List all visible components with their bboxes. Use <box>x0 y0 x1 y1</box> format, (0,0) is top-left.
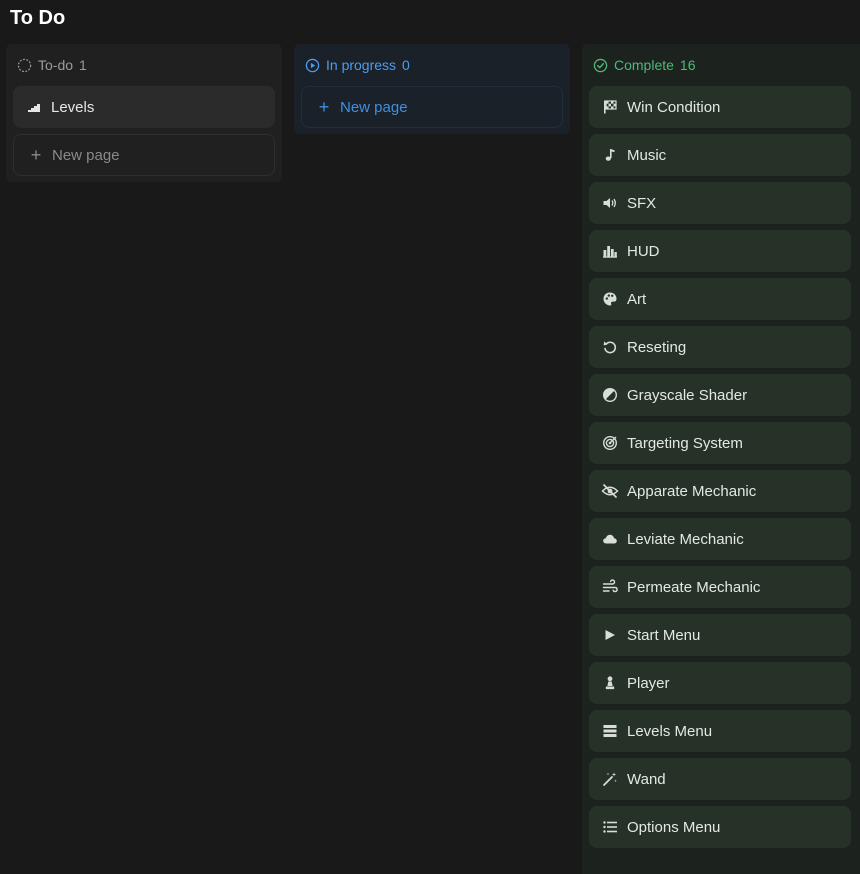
card[interactable]: Music <box>589 134 851 176</box>
stacked-bars-icon <box>601 722 619 740</box>
card[interactable]: HUD <box>589 230 851 272</box>
card-title: Wand <box>627 770 666 788</box>
plus-icon: + <box>318 97 330 117</box>
card[interactable]: Wand <box>589 758 851 800</box>
card[interactable]: Grayscale Shader <box>589 374 851 416</box>
card[interactable]: Win Condition <box>589 86 851 128</box>
card-title: Grayscale Shader <box>627 386 748 404</box>
card-title: Leviate Mechanic <box>627 530 744 548</box>
card[interactable]: SFX <box>589 182 851 224</box>
column-header-complete[interactable]: Complete 16 <box>589 44 853 86</box>
card-title: Permeate Mechanic <box>627 578 761 596</box>
column-label-todo: To-do <box>38 57 74 73</box>
speaker-icon <box>601 194 619 212</box>
card-title: Win Condition <box>627 98 721 116</box>
new-page-label: New page <box>52 146 120 164</box>
column-label-in-progress: In progress <box>326 57 397 73</box>
half-circle-icon <box>601 386 619 404</box>
wind-icon <box>601 578 619 596</box>
target-icon <box>601 434 619 452</box>
checkered-flag-icon <box>601 98 619 116</box>
card-title: Music <box>627 146 667 164</box>
column-todo: To-do 1 Levels + New page <box>6 44 282 182</box>
card[interactable]: Targeting System <box>589 422 851 464</box>
card-title: Levels Menu <box>627 722 713 740</box>
column-count-in-progress: 0 <box>402 57 410 73</box>
card-title: SFX <box>627 194 657 212</box>
chess-pawn-icon <box>601 674 619 692</box>
cloud-icon <box>601 530 619 548</box>
card-title: Start Menu <box>627 626 701 644</box>
new-page-button-in-progress[interactable]: + New page <box>301 86 563 128</box>
column-in-progress: In progress 0 + New page <box>294 44 570 134</box>
column-header-in-progress[interactable]: In progress 0 <box>301 44 563 86</box>
card-title: Levels <box>51 98 95 116</box>
column-count-todo: 1 <box>79 57 87 73</box>
new-page-label: New page <box>340 98 408 116</box>
column-count-complete: 16 <box>679 57 696 73</box>
column-label-complete: Complete <box>614 57 674 73</box>
card-title: Player <box>627 674 670 692</box>
stairs-icon <box>25 98 43 116</box>
card[interactable]: Levels Menu <box>589 710 851 752</box>
page-title: To Do <box>10 7 66 29</box>
card[interactable]: Player <box>589 662 851 704</box>
new-page-button-todo[interactable]: + New page <box>13 134 275 176</box>
card-title: Apparate Mechanic <box>627 482 757 500</box>
column-header-todo[interactable]: To-do 1 <box>13 44 275 86</box>
card[interactable]: Options Menu <box>589 806 851 848</box>
card[interactable]: Permeate Mechanic <box>589 566 851 608</box>
magic-wand-icon <box>601 770 619 788</box>
card[interactable]: Reseting <box>589 326 851 368</box>
eye-slash-icon <box>601 482 619 500</box>
reset-arrow-icon <box>601 338 619 356</box>
card-title: Art <box>627 290 647 308</box>
card-title: Options Menu <box>627 818 721 836</box>
card-title: Targeting System <box>627 434 743 452</box>
play-icon <box>601 626 619 644</box>
column-complete: Complete 16 Win Condition Music SFX HUD Art R… <box>582 44 860 874</box>
card-title: HUD <box>627 242 660 260</box>
dashed-circle-icon <box>16 57 32 73</box>
card[interactable]: Start Menu <box>589 614 851 656</box>
plus-icon: + <box>30 145 42 165</box>
bar-chart-icon <box>601 242 619 260</box>
music-note-icon <box>601 146 619 164</box>
card[interactable]: Art <box>589 278 851 320</box>
card[interactable]: Levels <box>13 86 275 128</box>
check-circle-icon <box>592 57 608 73</box>
list-icon <box>601 818 619 836</box>
card[interactable]: Apparate Mechanic <box>589 470 851 512</box>
palette-icon <box>601 290 619 308</box>
play-circle-icon <box>304 57 320 73</box>
card[interactable]: Leviate Mechanic <box>589 518 851 560</box>
card-title: Reseting <box>627 338 687 356</box>
